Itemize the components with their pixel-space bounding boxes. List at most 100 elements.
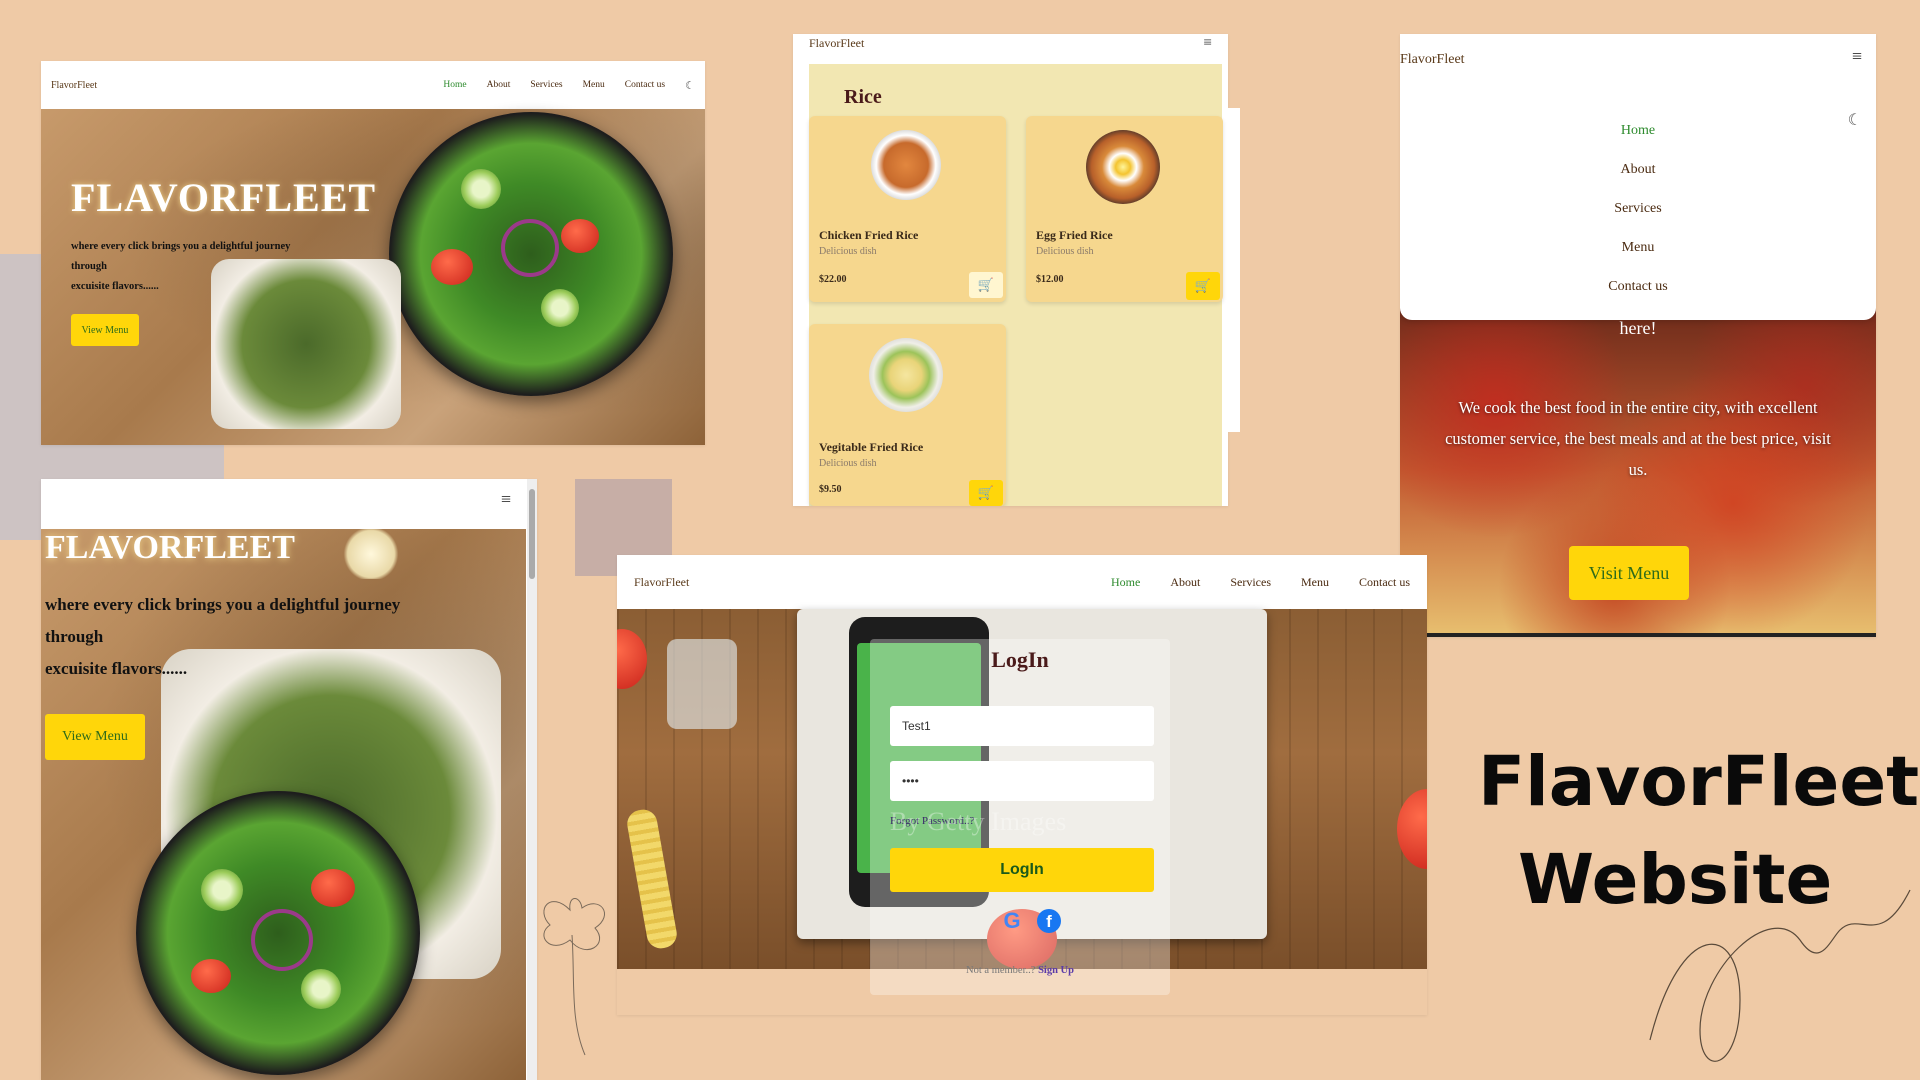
hero-paragraph: We cook the best food in the entire city… [1400,392,1876,485]
hero-text-2: through [45,627,104,646]
cucumber-slice [461,169,501,209]
hero-tagline: where every click brings you a delightfu… [45,589,400,685]
cucumber-slice [301,969,341,1009]
mobile-dropdown-menu: FlavorFleet ≡ ☾ Home About Services Menu… [1400,34,1876,320]
brand-logo[interactable]: FlavorFleet [1400,52,1465,68]
nav-about[interactable]: About [487,80,511,90]
tomato [431,249,473,285]
brand-logo[interactable]: FlavorFleet [51,80,97,91]
tomato [561,219,599,253]
cart-icon[interactable]: 🛒 [1186,272,1220,300]
hamburger-icon[interactable]: ≡ [501,489,511,510]
nav-home[interactable]: Home [443,80,466,90]
hamburger-icon[interactable]: ≡ [1852,46,1862,67]
hero-text-2: through [71,261,107,272]
item-name: Egg Fried Rice [1036,228,1113,242]
hero-image: FLAVORFLEET where every click brings you… [41,109,705,445]
panel-bottom-border [1400,633,1876,637]
nav-about[interactable]: About [1170,575,1200,590]
nav-services[interactable]: Services [1230,575,1271,590]
login-panel: FlavorFleet Home About Services Menu Con… [617,555,1427,1015]
dropdown-links: Home About Services Menu Contact us [1400,111,1876,306]
scrollbar-thumb[interactable] [529,489,535,579]
headline-line-2: Website [1518,840,1833,920]
mobile-nav-panel: here! We cook the best food in the entir… [1400,34,1876,637]
flower-line-art [543,898,606,1056]
candle [341,529,401,579]
hero-text-1: We cook the best food in the entire city… [1458,398,1818,417]
hero-line: here! [1619,318,1657,338]
item-name: Vegitable Fried Rice [819,440,924,454]
cart-icon[interactable]: 🛒 [969,272,1003,298]
watermark: By Getty Images [890,807,1067,836]
menu-card: Egg Fried Rice Delicious dish $12.00 🛒 [1026,116,1223,302]
menu-card: Vegitable Fried Rice Delicious dish $9.5… [809,324,1006,506]
hero-text-1: where every click brings you a delightfu… [71,241,291,252]
tomato [1397,789,1427,869]
desktop-navbar: FlavorFleet Home About Services Menu Con… [41,61,705,109]
hero-text-2: customer service, the best meals and at … [1445,429,1831,448]
brand-logo[interactable]: FlavorFleet [634,575,689,590]
nav-menu[interactable]: Menu [1301,575,1329,590]
rice-menu-panel: FlavorFleet ≡ Rice Chicken Fried Rice De… [793,34,1228,506]
login-submit-button[interactable]: LogIn [890,848,1154,892]
facebook-icon[interactable]: f [1037,909,1061,933]
chicken-rice-image [871,130,941,200]
cucumber-slice [201,869,243,911]
login-card: LogIn Test1 •••• Forgot Password..? By G… [870,639,1170,995]
brand-logo[interactable]: FlavorFleet [809,36,864,51]
nav-menu[interactable]: Menu [583,80,605,90]
not-member-text: Not a member..? [966,965,1036,976]
item-desc: Delicious dish [1036,246,1094,257]
item-name: Chicken Fried Rice [819,228,919,242]
jar [667,639,737,729]
hamburger-icon[interactable]: ≡ [1204,35,1212,52]
tomato [617,629,647,689]
pizza-hero-image: here! We cook the best food in the entir… [1400,304,1876,637]
nav-menu[interactable]: Menu [1400,228,1876,267]
cart-icon[interactable]: 🛒 [969,480,1003,506]
section-title: Rice [844,86,882,108]
hero-title: FLAVORFLEET [71,175,377,220]
hero-image: FLAVORFLEET where every click brings you… [41,529,526,1080]
rice-navbar: FlavorFleet ≡ [793,34,1228,52]
view-menu-button[interactable]: View Menu [45,714,145,760]
signup-link[interactable]: Sign Up [1038,965,1074,976]
nav-contact[interactable]: Contact us [1359,575,1410,590]
nav-home[interactable]: Home [1111,575,1140,590]
onion-ring [501,219,559,277]
tomato [311,869,355,907]
veg-rice-image [869,338,943,412]
nav-about[interactable]: About [1400,150,1876,189]
login-navbar: FlavorFleet Home About Services Menu Con… [617,555,1427,609]
item-desc: Delicious dish [819,246,877,257]
username-input[interactable]: Test1 [890,706,1154,746]
hero-text-3: us. [1628,460,1648,479]
signup-row: Not a member..? Sign Up [870,965,1170,976]
moon-icon[interactable]: ☾ [685,79,695,92]
corn [625,807,679,951]
onion-ring [251,909,313,971]
headline-line-1: FlavorFleet [1478,742,1920,822]
menu-card: Chicken Fried Rice Delicious dish $22.00… [809,116,1006,302]
login-title: LogIn [991,647,1049,672]
nav-home[interactable]: Home [1400,111,1876,150]
password-input[interactable]: •••• [890,761,1154,801]
tomato [191,959,231,993]
visit-menu-button[interactable]: Visit Menu [1569,546,1689,600]
item-price: $22.00 [819,274,847,285]
hero-title: FLAVORFLEET [45,529,295,566]
scrollbar-strip [1228,108,1240,432]
hero-text-3: excuisite flavors...... [45,659,188,678]
login-background: LogIn Test1 •••• Forgot Password..? By G… [617,609,1427,995]
tablet-hero-panel: ≡ FLAVORFLEET where every click brings y… [41,479,537,1080]
nav-services[interactable]: Services [1400,189,1876,228]
cucumber-slice [541,289,579,327]
desktop-hero-panel: FlavorFleet Home About Services Menu Con… [41,61,705,445]
rice-section: Rice Chicken Fried Rice Delicious dish $… [809,64,1223,506]
nav-contact[interactable]: Contact us [625,80,665,90]
nav-services[interactable]: Services [530,80,562,90]
nav-contact[interactable]: Contact us [1400,267,1876,306]
view-menu-button[interactable]: View Menu [71,314,139,346]
google-icon[interactable]: G [1000,909,1024,933]
